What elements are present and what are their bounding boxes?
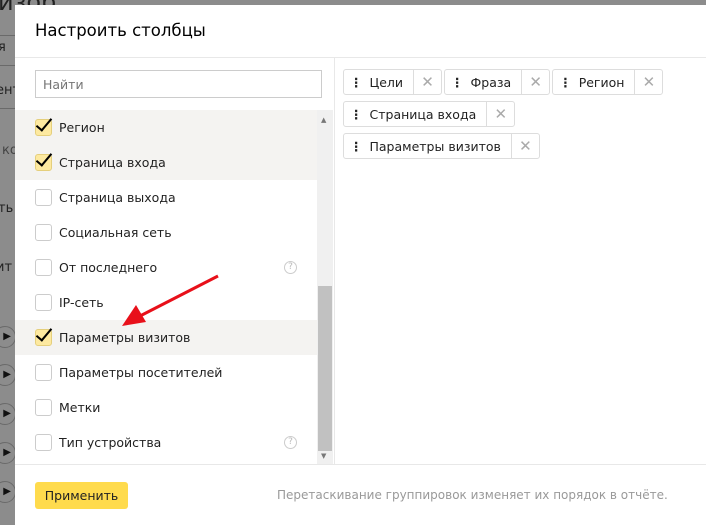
column-option-label: Социальная сеть [59,225,172,240]
selected-column-chip[interactable]: ⋮ Цели ✕ [343,69,443,95]
column-option-label: Страница выхода [59,190,176,205]
play-icon: ▶ [0,481,16,503]
apply-button[interactable]: Применить [35,482,128,509]
drag-handle-icon[interactable]: ⋮ [344,139,370,154]
column-option-label: Параметры посетителей [59,365,223,380]
bg-text-fragment: ит [0,260,13,275]
column-option[interactable]: Параметры визитов [15,320,317,355]
selected-column-chip[interactable]: ⋮ Параметры визитов ✕ [343,133,540,159]
checkbox[interactable] [35,189,52,206]
remove-icon[interactable]: ✕ [486,102,514,126]
column-option[interactable]: Метки [15,390,317,425]
chip-label: Фраза [470,74,512,90]
column-option[interactable]: От последнего? [15,250,317,285]
remove-icon[interactable]: ✕ [413,70,441,94]
chip-label: Параметры визитов [369,138,501,154]
help-icon[interactable]: ? [284,436,297,449]
column-option[interactable]: Страница входа [15,145,317,180]
checkbox[interactable] [35,329,52,346]
column-option[interactable]: Параметры посетителей [15,355,317,390]
scroll-up-icon[interactable]: ▲ [321,116,326,124]
divider [15,464,706,465]
column-option-label: Метки [59,400,101,415]
drag-handle-icon[interactable]: ⋮ [344,107,370,122]
help-icon[interactable]: ? [284,261,297,274]
chip-label: Регион [578,74,625,90]
column-option-label: Параметры визитов [59,330,191,345]
scrollbar-thumb[interactable] [318,286,332,451]
bg-text-fragment: ть [0,201,14,216]
remove-icon[interactable]: ✕ [510,134,539,158]
hint-text: Перетаскивание группировок изменяет их п… [277,488,668,502]
bg-text-fragment: я [0,40,6,55]
column-option-label: IP-сеть [59,295,104,310]
columns-list: Регион Страница входа Страница выхода Социа… [15,110,317,464]
columns-dialog: Настроить столбцы Регион Страница входа Ст… [15,5,706,525]
play-icon: ▶ [0,403,16,425]
selected-column-chip[interactable]: ⋮ Регион ✕ [552,69,664,95]
checkbox[interactable] [35,154,52,171]
drag-handle-icon[interactable]: ⋮ [445,75,471,90]
column-option[interactable]: Тип устройства? [15,425,317,460]
checkbox[interactable] [35,119,52,136]
scrollbar[interactable]: ▲ ▼ [317,110,333,464]
checkbox[interactable] [35,294,52,311]
play-icon: ▶ [0,326,16,348]
column-option-label: Тип устройства [59,435,162,450]
checkbox[interactable] [35,224,52,241]
checkbox[interactable] [35,399,52,416]
column-option[interactable]: Социальная сеть [15,215,317,250]
chip-label: Страница входа [369,106,477,122]
play-icon: ▶ [0,442,16,464]
column-option-label: Регион [59,120,105,135]
search-input[interactable] [35,70,322,98]
column-option[interactable]: Страница выхода [15,180,317,215]
chip-label: Цели [369,74,404,90]
selected-column-chip[interactable]: ⋮ Страница входа ✕ [343,101,516,127]
selected-columns: ⋮ Цели ✕ ⋮ Фраза ✕ ⋮ Регион ✕ ⋮ Страница входа ✕ ⋮ Па… [343,69,693,165]
column-option-label: Страница входа [59,155,166,170]
remove-icon[interactable]: ✕ [634,70,662,94]
column-option-label: От последнего [59,260,158,275]
column-option[interactable]: Регион [15,110,317,145]
selected-column-chip[interactable]: ⋮ Фраза ✕ [444,69,551,95]
available-columns-panel: Регион Страница входа Страница выхода Социа… [15,58,335,464]
drag-handle-icon[interactable]: ⋮ [344,75,370,90]
remove-icon[interactable]: ✕ [521,70,549,94]
checkbox[interactable] [35,259,52,276]
checkbox[interactable] [35,434,52,451]
column-option[interactable]: IP-сеть [15,285,317,320]
dialog-title: Настроить столбцы [35,21,206,40]
scroll-down-icon[interactable]: ▼ [321,452,326,460]
drag-handle-icon[interactable]: ⋮ [553,75,579,90]
play-icon: ▶ [0,364,16,386]
checkbox[interactable] [35,364,52,381]
